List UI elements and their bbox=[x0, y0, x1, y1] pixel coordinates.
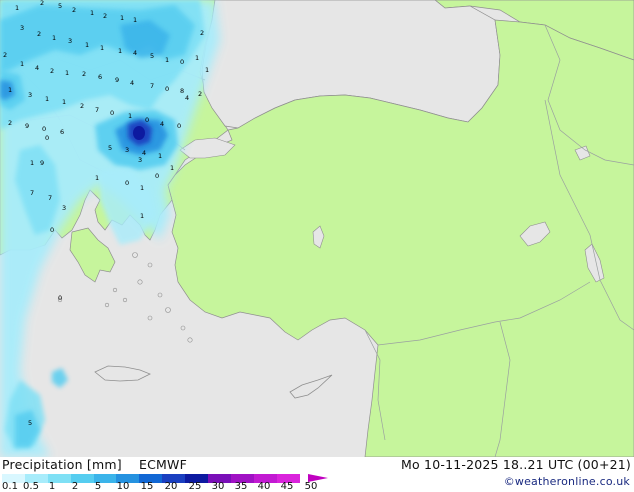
rain-amount-label: 1 bbox=[15, 4, 19, 12]
credit-link[interactable]: ©weatheronline.co.uk bbox=[504, 475, 630, 488]
rain-amount-label: 1 bbox=[85, 41, 89, 49]
rain-amount-label: 2 bbox=[80, 102, 84, 110]
rain-amount-label: 1 bbox=[8, 86, 12, 94]
rain-amount-label: 7 bbox=[150, 82, 154, 90]
rain-amount-label: 0 bbox=[125, 179, 129, 187]
rain-amount-label: 1 bbox=[165, 56, 169, 64]
rain-amount-label: 1 bbox=[158, 152, 162, 160]
rain-amount-label: 4 bbox=[130, 79, 134, 87]
rain-amount-label: 4 bbox=[160, 120, 164, 128]
rain-amount-label: 7 bbox=[48, 194, 52, 202]
rain-amount-label: 1 bbox=[120, 14, 124, 22]
legend-tick-label: 45 bbox=[280, 481, 294, 492]
precipitation-map: 2 5 2 1 2 1 132 1 3 1 1 1 4 5 1 0221 4 2 1 2 6 9 4 7 0 8 213 1 1 2 7 0 1… bbox=[0, 0, 634, 457]
rain-amount-label: 0 bbox=[50, 226, 54, 234]
precipitation-title: Precipitation [mm] bbox=[2, 457, 122, 472]
rain-amount-label: 5 bbox=[28, 419, 32, 427]
rain-amount-label: 4 bbox=[185, 94, 189, 102]
rain-amount-label: 2 bbox=[40, 0, 44, 7]
rain-amount-label: 5 bbox=[108, 144, 112, 152]
rain-amount-label: 1 bbox=[205, 66, 209, 74]
forecast-datetime: Mo 10-11-2025 18..21 UTC (00+21) bbox=[401, 457, 631, 472]
rain-amount-label: 1 bbox=[170, 164, 174, 172]
rain-amount-label: 3 bbox=[68, 37, 72, 45]
rain-amount-label: 9 bbox=[115, 76, 119, 84]
rain-amount-label: 1 bbox=[100, 44, 104, 52]
rain-amount-label: 1 bbox=[62, 98, 66, 106]
map-footer: Precipitation [mm] ECMWF Mo 10-11-2025 1… bbox=[0, 457, 634, 492]
legend-tick-label: 0.1 bbox=[2, 481, 18, 492]
rain-amount-label: 3 bbox=[20, 24, 24, 32]
rain-amount-label: 1 bbox=[65, 69, 69, 77]
rain-amount-label: 4 bbox=[142, 149, 146, 157]
rain-amount-label: 1 bbox=[140, 212, 144, 220]
rain-amount-label: 1 bbox=[95, 174, 99, 182]
legend-tick-label: 0.5 bbox=[23, 481, 39, 492]
legend-tick-label: 40 bbox=[257, 481, 271, 492]
legend-tick-label: 20 bbox=[164, 481, 178, 492]
rain-amount-label: 3 bbox=[28, 91, 32, 99]
rain-amount-label: 0 bbox=[180, 58, 184, 66]
rain-amount-label: 7 bbox=[30, 189, 34, 197]
rain-amount-label: 2 bbox=[37, 30, 41, 38]
rain-amount-label: 0 bbox=[155, 172, 159, 180]
rain-amount-label: 4 bbox=[35, 64, 39, 72]
model-label: ECMWF bbox=[139, 457, 187, 472]
legend-tick-label: 30 bbox=[211, 481, 225, 492]
rain-amount-label: 0 bbox=[165, 85, 169, 93]
rain-amount-label: 3 bbox=[125, 146, 129, 154]
rain-amount-label: 1 bbox=[118, 47, 122, 55]
rain-amount-label: 3 bbox=[138, 156, 142, 164]
rain-amount-label: 1 bbox=[133, 16, 137, 24]
rain-amount-label: 5 bbox=[58, 2, 62, 10]
rain-amount-label: 0 bbox=[58, 294, 62, 302]
rain-amount-label: 1 bbox=[30, 159, 34, 167]
rain-amount-label: 9 bbox=[25, 122, 29, 130]
legend-tick-label: 10 bbox=[116, 481, 130, 492]
rain-amount-label: 1 bbox=[20, 60, 24, 68]
rain-amount-label: 1 bbox=[52, 34, 56, 42]
rain-amount-label: 0 bbox=[110, 109, 114, 117]
rain-amount-label: 2 bbox=[8, 119, 12, 127]
rain-amount-label: 5 bbox=[150, 52, 154, 60]
legend-tick-label: 5 bbox=[94, 481, 102, 492]
rain-amount-label: 0 bbox=[42, 125, 46, 133]
rain-amount-label: 0 bbox=[45, 134, 49, 142]
rain-amount-label: 2 bbox=[200, 29, 204, 37]
rain-amount-label: 1 bbox=[128, 112, 132, 120]
rain-amount-label: 2 bbox=[72, 6, 76, 14]
rain-amount-label: 8 bbox=[180, 87, 184, 95]
rain-amount-label: 6 bbox=[60, 128, 64, 136]
rain-amount-label: 1 bbox=[90, 9, 94, 17]
rain-amount-label: 3 bbox=[62, 204, 66, 212]
legend-tick-label: 50 bbox=[304, 481, 318, 492]
rain-amount-label: 2 bbox=[198, 90, 202, 98]
rain-amount-label: 4 bbox=[133, 49, 137, 57]
rain-amount-label: 2 bbox=[82, 70, 86, 78]
legend-tick-label: 35 bbox=[234, 481, 248, 492]
legend-tick-label: 15 bbox=[140, 481, 154, 492]
rain-amount-label: 9 bbox=[40, 159, 44, 167]
rain-amount-label: 0 bbox=[145, 116, 149, 124]
rain-amount-label: 1 bbox=[140, 184, 144, 192]
rain-amount-label: 1 bbox=[45, 95, 49, 103]
rain-amount-label: 2 bbox=[3, 51, 7, 59]
rain-amount-label: 0 bbox=[177, 122, 181, 130]
rain-amount-label: 1 bbox=[195, 54, 199, 62]
rain-amount-label: 6 bbox=[98, 73, 102, 81]
rain-amount-label: 7 bbox=[95, 106, 99, 114]
rain-amount-label: 2 bbox=[103, 12, 107, 20]
legend-tick-label: 2 bbox=[71, 481, 79, 492]
rain-amount-label: 2 bbox=[50, 67, 54, 75]
legend-tick-label: 1 bbox=[48, 481, 56, 492]
legend-tick-label: 25 bbox=[188, 481, 202, 492]
